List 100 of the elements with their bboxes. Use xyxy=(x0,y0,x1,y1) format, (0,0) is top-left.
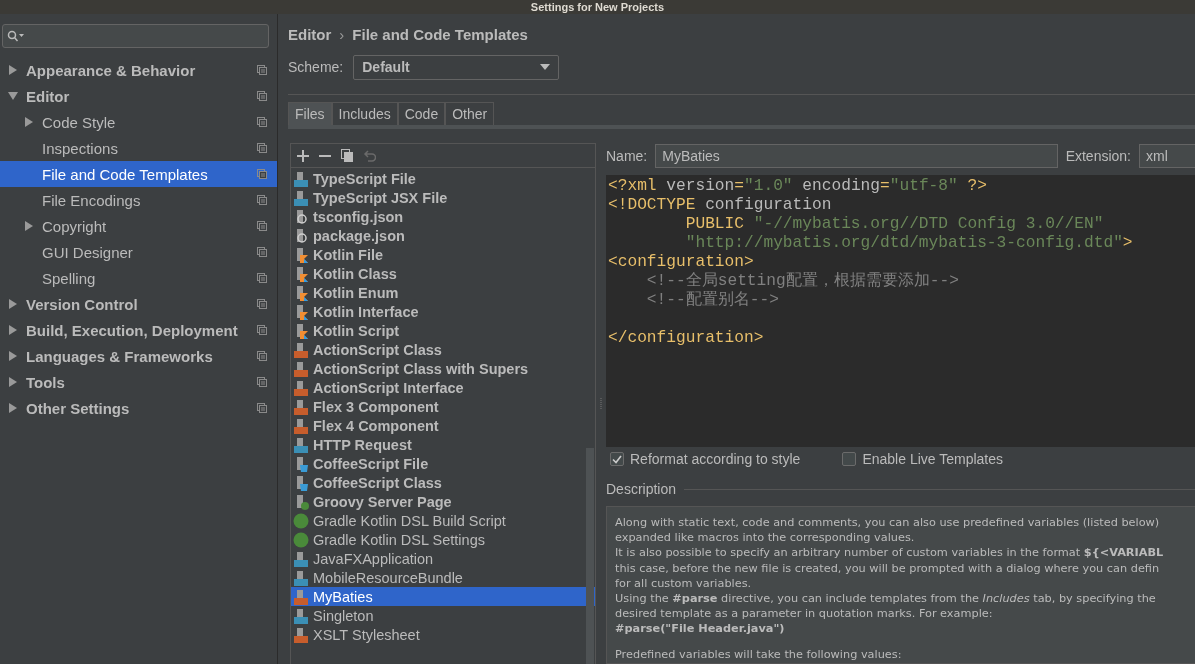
code-editor[interactable]: <?xml version="1.0" encoding="utf-8" ?> <!DOCTYPE configuration PUBLIC "-//mybatis.org//DTD Config 3.0//EN" "http://mybatis.org/dtd/mybatis-3-config.dtd"> <configuration> <!--全局setting配置，根据需要添加--> <!--配置别名--> </configuration> xyxy=(606,175,1195,447)
settings-tree-item[interactable]: GUI Designer xyxy=(0,239,277,265)
collapsed-arrow-icon[interactable] xyxy=(8,325,18,335)
settings-tree-item[interactable]: Appearance & Behavior xyxy=(0,57,277,83)
settings-tree-item[interactable]: Other Settings xyxy=(0,395,277,421)
checkbox[interactable] xyxy=(610,452,624,466)
template-label: XSLT Stylesheet xyxy=(313,626,420,643)
template-item[interactable]: Kotlin File xyxy=(291,245,586,264)
tab[interactable]: Code xyxy=(397,102,446,125)
template-item[interactable]: MyBaties xyxy=(291,587,595,606)
template-item[interactable]: Groovy Server Page xyxy=(291,492,586,511)
template-item[interactable]: ActionScript Class with Supers xyxy=(291,359,586,378)
scheme-dropdown[interactable]: Default xyxy=(353,54,560,80)
copy-icon[interactable] xyxy=(257,299,267,309)
copy-icon[interactable] xyxy=(341,149,353,162)
template-item[interactable]: Gradle Kotlin DSL Build Script xyxy=(291,511,586,530)
template-item[interactable]: Flex 3 Component xyxy=(291,397,586,416)
template-item[interactable]: TypeScript File xyxy=(291,169,586,188)
copy-icon[interactable] xyxy=(257,403,267,413)
scrollbar[interactable] xyxy=(586,448,594,664)
window-title: Settings for New Projects xyxy=(530,1,665,13)
breadcrumb-link[interactable]: Editor xyxy=(288,25,332,43)
settings-tree-label: GUI Designer xyxy=(42,243,134,261)
copy-icon[interactable] xyxy=(257,247,267,257)
copy-icon[interactable] xyxy=(257,221,267,231)
template-item[interactable]: Kotlin Script xyxy=(291,321,586,340)
collapsed-arrow-icon[interactable] xyxy=(24,221,34,231)
copy-icon[interactable] xyxy=(257,65,267,75)
collapsed-arrow-icon[interactable] xyxy=(8,299,18,309)
template-item[interactable]: ActionScript Class xyxy=(291,340,586,359)
extension-field[interactable]: xml xyxy=(1139,144,1195,168)
extension-label: Extension: xyxy=(1065,148,1131,164)
collapsed-arrow-icon[interactable] xyxy=(8,403,18,413)
settings-tree-item[interactable]: Tools xyxy=(0,369,277,395)
template-label: JavaFXApplication xyxy=(313,550,434,567)
scheme-label: Scheme: xyxy=(288,59,344,75)
copy-icon[interactable] xyxy=(257,195,267,205)
copy-icon[interactable] xyxy=(257,325,267,335)
copy-icon[interactable] xyxy=(257,351,267,361)
template-label: Singleton xyxy=(313,607,374,624)
template-item[interactable]: TypeScript JSX File xyxy=(291,188,586,207)
checkbox-label[interactable]: Enable Live Templates xyxy=(862,451,1003,467)
tab[interactable]: Other xyxy=(445,102,495,125)
template-item[interactable]: Singleton xyxy=(291,606,586,625)
template-item[interactable]: CoffeeScript Class xyxy=(291,473,586,492)
template-label: CoffeeScript File xyxy=(313,455,429,472)
settings-tree-item[interactable]: Build, Execution, Deployment xyxy=(0,317,277,343)
settings-tree-item[interactable]: Copyright xyxy=(0,213,277,239)
copy-icon[interactable] xyxy=(257,91,267,101)
template-label: Flex 3 Component xyxy=(313,398,439,415)
copy-icon[interactable] xyxy=(257,117,267,127)
collapsed-arrow-icon[interactable] xyxy=(8,65,18,75)
template-item[interactable]: Gradle Kotlin DSL Settings xyxy=(291,530,586,549)
undo-icon[interactable] xyxy=(363,149,376,162)
tab[interactable]: Files xyxy=(288,102,332,125)
name-field[interactable]: MyBaties xyxy=(655,144,1058,168)
copy-icon[interactable] xyxy=(257,377,267,387)
settings-tree-label: Tools xyxy=(26,373,66,391)
template-item[interactable]: Kotlin Interface xyxy=(291,302,586,321)
search-icon xyxy=(7,30,25,42)
template-item[interactable]: tsconfig.json xyxy=(291,207,586,226)
copy-icon[interactable] xyxy=(257,143,267,153)
settings-tree-item[interactable]: File Encodings xyxy=(0,187,277,213)
expanded-arrow-icon[interactable] xyxy=(8,91,18,101)
breadcrumb-current: File and Code Templates xyxy=(352,25,528,43)
template-item[interactable]: CoffeeScript File xyxy=(291,454,586,473)
copy-icon[interactable] xyxy=(257,273,267,283)
breadcrumb-separator: › xyxy=(339,25,345,43)
description-text: It is also possible to specify an arbitrary number of custom variables in the format ${<VARIABL xyxy=(615,545,1165,561)
add-icon[interactable] xyxy=(297,149,309,162)
settings-tree-item[interactable]: Languages & Frameworks xyxy=(0,343,277,369)
settings-tree-label: Build, Execution, Deployment xyxy=(26,321,239,339)
settings-tree-item[interactable]: Spelling xyxy=(0,265,277,291)
settings-tree-item[interactable]: Version Control xyxy=(0,291,277,317)
description-text: expanded like macros into the corresponding values. xyxy=(615,530,916,546)
template-item[interactable]: HTTP Request xyxy=(291,435,586,454)
template-item[interactable]: Kotlin Class xyxy=(291,264,586,283)
copy-icon[interactable] xyxy=(257,169,267,179)
checkbox[interactable] xyxy=(842,452,857,466)
tab[interactable]: Includes xyxy=(331,102,398,125)
template-item[interactable]: JavaFXApplication xyxy=(291,549,586,568)
collapsed-arrow-icon[interactable] xyxy=(8,377,18,387)
template-item[interactable]: MobileResourceBundle xyxy=(291,568,586,587)
template-item[interactable]: XSLT Stylesheet xyxy=(291,625,586,644)
template-item[interactable]: ActionScript Interface xyxy=(291,378,586,397)
settings-tree-item[interactable]: Editor xyxy=(0,83,277,109)
settings-tree-item[interactable]: Code Style xyxy=(0,109,277,135)
description-text: #parse("File Header.java") xyxy=(615,621,786,637)
settings-tree-item[interactable]: Inspections xyxy=(0,135,277,161)
settings-tree-item[interactable]: File and Code Templates xyxy=(0,161,277,187)
description-text: this case, before the new file is created, you will be prompted with a dialog where you can defin xyxy=(615,560,1161,576)
template-item[interactable]: Flex 4 Component xyxy=(291,416,586,435)
template-label: Kotlin Enum xyxy=(313,284,399,301)
checkbox-label[interactable]: Reformat according to style xyxy=(630,451,801,467)
search-field[interactable] xyxy=(2,24,269,48)
collapsed-arrow-icon[interactable] xyxy=(8,351,18,361)
template-item[interactable]: Kotlin Enum xyxy=(291,283,586,302)
template-label: HTTP Request xyxy=(313,436,412,453)
collapsed-arrow-icon[interactable] xyxy=(24,117,34,127)
template-item[interactable]: package.json xyxy=(291,226,586,245)
